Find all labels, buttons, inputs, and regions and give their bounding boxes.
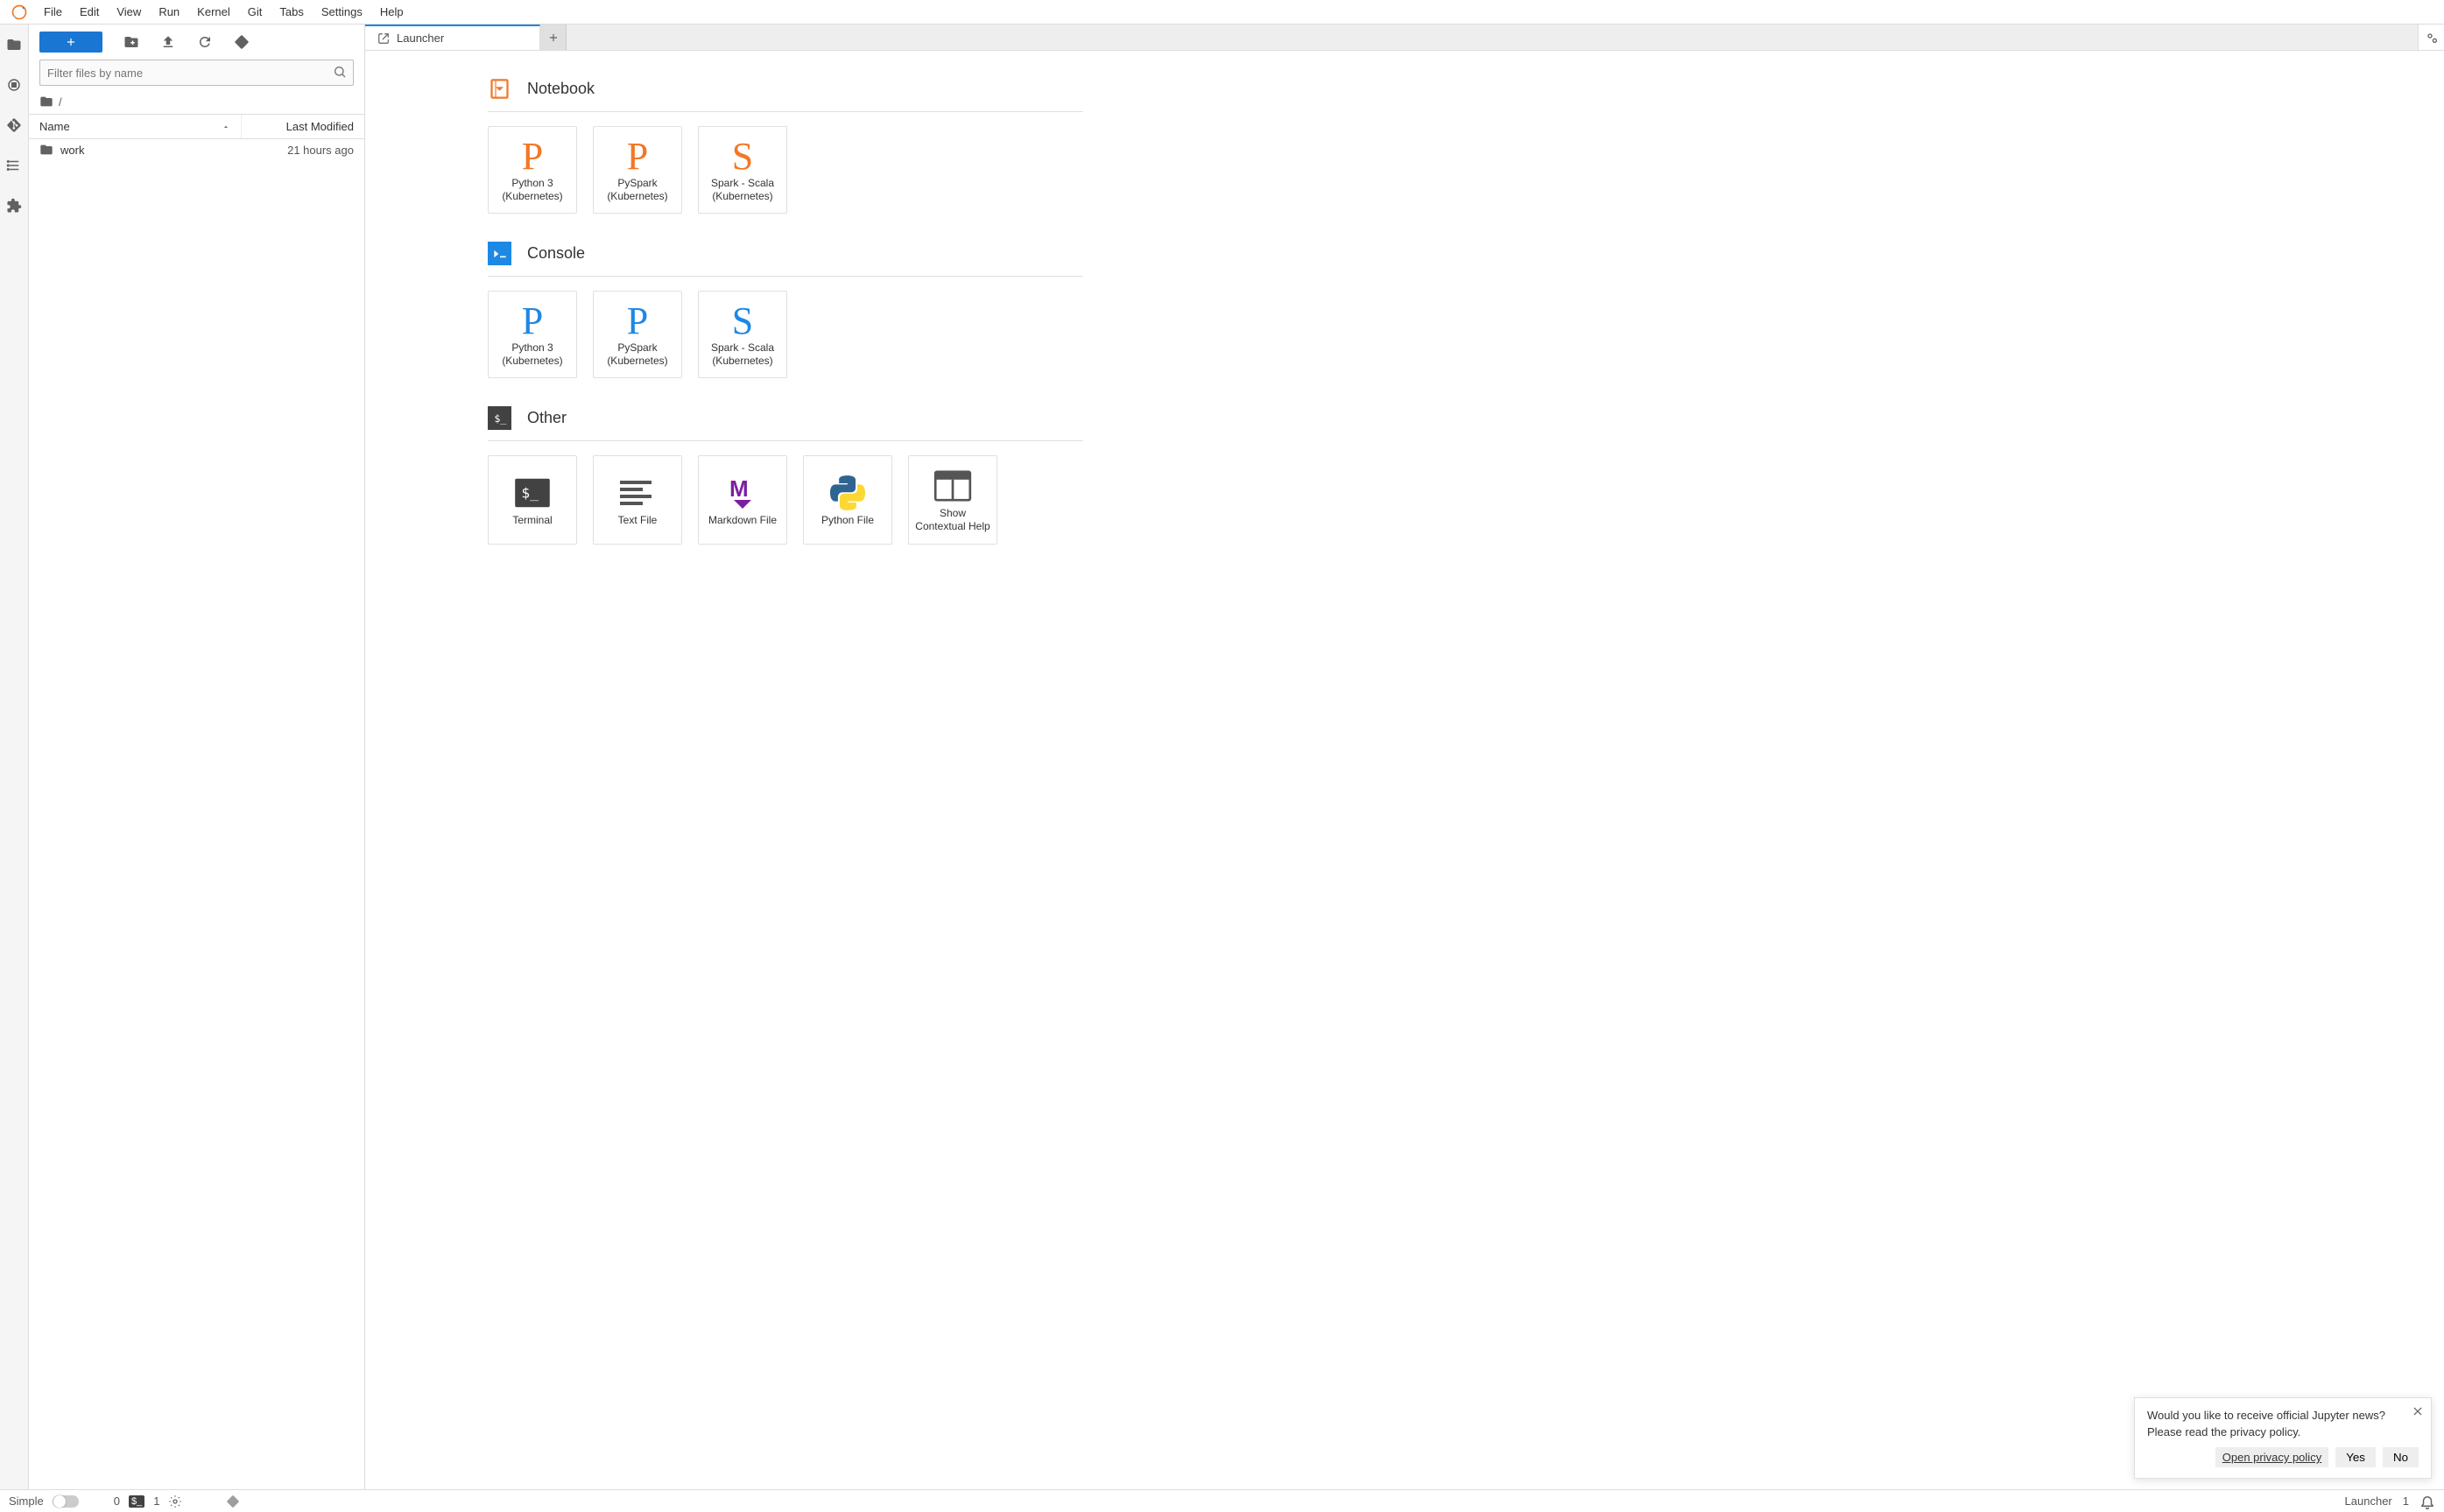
file-browser-toolbar [29, 25, 364, 60]
notebook-section-icon [488, 77, 511, 101]
launcher-section-console: Console P Python 3(Kubernetes) P PySpark… [488, 242, 1083, 378]
file-row[interactable]: work 21 hours ago [29, 139, 364, 160]
folder-icon [39, 95, 53, 109]
python-icon [830, 474, 865, 512]
launcher-section-notebook: Notebook P Python 3(Kubernetes) P PySpar… [488, 77, 1083, 214]
launcher-card-console-python3[interactable]: P Python 3(Kubernetes) [488, 291, 577, 378]
notification-yes-button[interactable]: Yes [2335, 1447, 2376, 1467]
notifications-bell-icon[interactable] [2419, 1494, 2435, 1509]
kernel-letter-icon: P [627, 134, 648, 179]
file-browser-panel: / Name Last Modified work 21 hours ago [29, 25, 365, 1489]
notification-no-button[interactable]: No [2383, 1447, 2419, 1467]
breadcrumb-root: / [59, 95, 62, 109]
new-folder-icon[interactable] [123, 34, 139, 50]
launcher-card-python-file[interactable]: Python File [803, 455, 892, 545]
activity-running-icon[interactable] [4, 75, 24, 95]
menu-kernel[interactable]: Kernel [188, 2, 239, 22]
simple-mode-label: Simple [9, 1494, 44, 1508]
kernel-letter-icon: S [732, 299, 753, 343]
sort-asc-icon [222, 123, 230, 131]
simple-mode-toggle[interactable] [53, 1495, 79, 1508]
section-title: Notebook [527, 80, 595, 98]
jupyter-logo-icon [11, 4, 28, 21]
kernel-letter-icon: P [627, 299, 648, 343]
refresh-icon[interactable] [197, 34, 213, 50]
svg-text:$_: $_ [494, 412, 507, 425]
file-list-header: Name Last Modified [29, 114, 364, 139]
launcher-card-console-pyspark[interactable]: P PySpark(Kubernetes) [593, 291, 682, 378]
launcher-card-contextual-help[interactable]: ShowContextual Help [908, 455, 997, 545]
menu-help[interactable]: Help [371, 2, 412, 22]
activity-toc-icon[interactable] [4, 156, 24, 175]
new-launcher-button[interactable] [39, 32, 102, 53]
launcher-card-text-file[interactable]: Text File [593, 455, 682, 545]
kernel-letter-icon: P [522, 134, 543, 179]
menu-run[interactable]: Run [150, 2, 188, 22]
status-right-count[interactable]: 1 [2403, 1494, 2409, 1508]
filter-files-input[interactable] [39, 60, 354, 86]
main-work-area: Launcher Notebook [365, 25, 2444, 1489]
tab-launcher[interactable]: Launcher [365, 25, 540, 50]
notification-privacy-link[interactable]: Open privacy policy [2215, 1447, 2328, 1467]
folder-icon [39, 143, 53, 157]
terminals-count[interactable]: 0 [114, 1494, 120, 1508]
terminal-icon: $_ [513, 474, 552, 512]
menu-git[interactable]: Git [239, 2, 271, 22]
consoles-count[interactable]: 1 [153, 1494, 159, 1508]
activity-git-icon[interactable] [4, 116, 24, 135]
activity-file-browser-icon[interactable] [4, 35, 24, 54]
menu-view[interactable]: View [108, 2, 150, 22]
launcher-section-other: $_ Other $_ Terminal [488, 406, 1083, 545]
property-inspector-button[interactable] [2418, 25, 2444, 50]
section-title: Other [527, 409, 567, 427]
tab-title: Launcher [397, 32, 444, 45]
activity-extensions-icon[interactable] [4, 196, 24, 215]
launcher-tab-icon [377, 32, 390, 45]
menu-edit[interactable]: Edit [71, 2, 108, 22]
activity-bar [0, 25, 29, 1489]
markdown-icon: M [725, 474, 760, 512]
svg-text:$_: $_ [521, 484, 539, 501]
svg-text:M: M [729, 475, 749, 502]
text-file-icon [620, 474, 655, 512]
contextual-help-icon [933, 467, 972, 505]
status-bar: Simple 0 $_ 1 Launcher 1 [0, 1489, 2444, 1512]
launcher-panel: Notebook P Python 3(Kubernetes) P PySpar… [365, 51, 2444, 1489]
search-icon [333, 65, 347, 79]
git-toolbar-icon[interactable] [234, 34, 250, 50]
launcher-card-notebook-python3[interactable]: P Python 3(Kubernetes) [488, 126, 577, 214]
column-header-name[interactable]: Name [29, 115, 242, 138]
new-tab-button[interactable] [540, 25, 567, 50]
file-modified: 21 hours ago [231, 144, 354, 157]
menu-file[interactable]: File [35, 2, 71, 22]
kernel-letter-icon: P [522, 299, 543, 343]
launcher-card-terminal[interactable]: $_ Terminal [488, 455, 577, 545]
top-menubar: File Edit View Run Kernel Git Tabs Setti… [0, 0, 2444, 25]
terminal-status-icon[interactable]: $_ [129, 1495, 144, 1508]
notification-popup: Would you like to receive official Jupyt… [2134, 1397, 2432, 1479]
notification-close-icon[interactable] [2412, 1405, 2424, 1417]
launcher-card-notebook-pyspark[interactable]: P PySpark(Kubernetes) [593, 126, 682, 214]
status-right-label[interactable]: Launcher [2345, 1494, 2392, 1508]
section-title: Console [527, 244, 585, 263]
tab-bar: Launcher [365, 25, 2444, 51]
upload-icon[interactable] [160, 34, 176, 50]
file-name: work [60, 144, 84, 157]
other-section-icon: $_ [488, 406, 511, 430]
launcher-card-notebook-spark-scala[interactable]: S Spark - Scala(Kubernetes) [698, 126, 787, 214]
menu-settings[interactable]: Settings [313, 2, 371, 22]
launcher-card-console-spark-scala[interactable]: S Spark - Scala(Kubernetes) [698, 291, 787, 378]
notification-message-1: Would you like to receive official Jupyt… [2147, 1409, 2419, 1422]
notification-message-2: Please read the privacy policy. [2147, 1425, 2419, 1438]
kernel-status-icon[interactable] [168, 1494, 182, 1508]
launcher-card-markdown-file[interactable]: M Markdown File [698, 455, 787, 545]
menu-tabs[interactable]: Tabs [271, 2, 312, 22]
column-header-modified[interactable]: Last Modified [242, 115, 364, 138]
kernel-letter-icon: S [732, 134, 753, 179]
breadcrumb[interactable]: / [29, 91, 364, 114]
git-status-icon[interactable] [226, 1494, 240, 1508]
console-section-icon [488, 242, 511, 265]
